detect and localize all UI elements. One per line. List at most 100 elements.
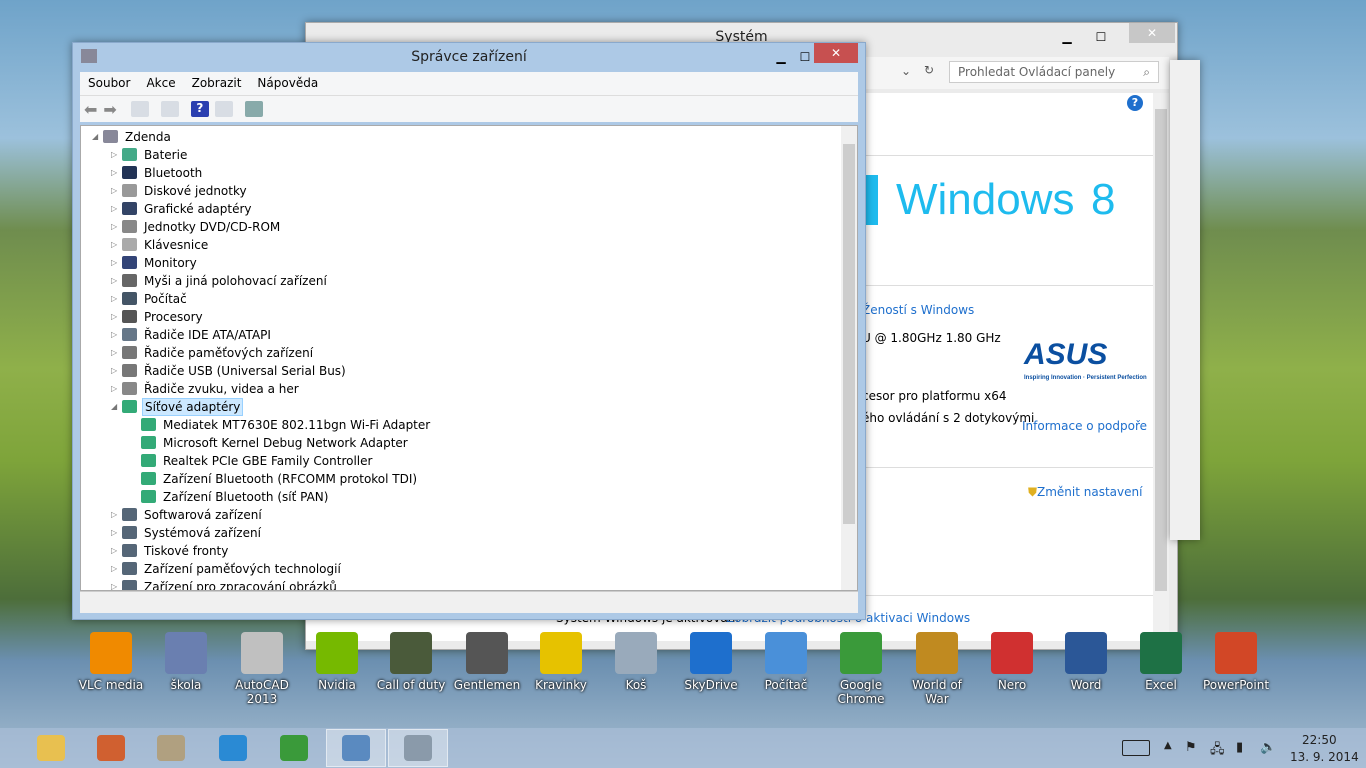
desktop-icon-vlc-media[interactable]: VLC media bbox=[74, 632, 148, 692]
help-icon[interactable]: ? bbox=[1127, 95, 1143, 111]
tree-item[interactable]: ◢ Zdenda bbox=[81, 128, 841, 146]
support-info-link[interactable]: Informace o podpoře bbox=[1022, 419, 1147, 433]
tree-item[interactable]: ▷ Bluetooth bbox=[81, 164, 841, 182]
expanded-arrow-icon[interactable]: ◢ bbox=[92, 128, 100, 146]
desktop-icon-ko-[interactable]: Koš bbox=[599, 632, 673, 692]
experience-index-link[interactable]: Žeností s Windows bbox=[862, 303, 974, 317]
tree-item[interactable]: ▷ Počítač bbox=[81, 290, 841, 308]
tree-item[interactable]: ▷ Řadiče zvuku, videa a her bbox=[81, 380, 841, 398]
desktop-icon-google-chrome[interactable]: Google Chrome bbox=[824, 632, 898, 706]
volume-icon[interactable]: 🔈 bbox=[1260, 740, 1276, 755]
desktop-icon-powerpoint[interactable]: PowerPoint bbox=[1199, 632, 1273, 692]
refresh-icon[interactable]: ↻ bbox=[924, 63, 934, 77]
menu-zobrazit[interactable]: Zobrazit bbox=[184, 72, 250, 95]
tree-item[interactable]: ▷ Diskové jednotky bbox=[81, 182, 841, 200]
collapsed-arrow-icon[interactable]: ▷ bbox=[111, 164, 119, 182]
collapsed-arrow-icon[interactable]: ▷ bbox=[111, 182, 119, 200]
minimize-button[interactable]: ▁ bbox=[1053, 27, 1081, 47]
tree-item[interactable]: ▷ Zařízení pro zpracování obrázků bbox=[81, 578, 841, 590]
search-input[interactable]: Prohledat Ovládací panely ⌕ bbox=[949, 61, 1159, 83]
scan-hardware-icon[interactable] bbox=[244, 101, 263, 117]
collapsed-arrow-icon[interactable]: ▷ bbox=[111, 362, 119, 380]
tree-item[interactable]: ▷ Jednotky DVD/CD-ROM bbox=[81, 218, 841, 236]
collapsed-arrow-icon[interactable]: ▷ bbox=[111, 560, 119, 578]
show-action-pane-icon[interactable] bbox=[214, 101, 233, 117]
close-button[interactable]: ✕ bbox=[814, 43, 858, 63]
taskbar-media-button[interactable] bbox=[81, 729, 141, 767]
tree-item[interactable]: ▷ Řadiče USB (Universal Serial Bus) bbox=[81, 362, 841, 380]
collapsed-arrow-icon[interactable]: ▷ bbox=[111, 344, 119, 362]
maximize-button[interactable]: ☐ bbox=[1087, 27, 1115, 47]
show-hide-console-tree-icon[interactable] bbox=[130, 101, 149, 117]
desktop-icon-nvidia[interactable]: Nvidia bbox=[300, 632, 374, 692]
back-arrow-icon[interactable]: ⬅ bbox=[84, 100, 97, 119]
change-settings-link[interactable]: ⛊Změnit nastavení bbox=[1028, 485, 1142, 500]
collapsed-arrow-icon[interactable]: ▷ bbox=[111, 542, 119, 560]
tree-item[interactable]: ▷ Softwarová zařízení bbox=[81, 506, 841, 524]
desktop-icon-kravinky[interactable]: Kravinky bbox=[524, 632, 598, 692]
scrollbar[interactable] bbox=[841, 126, 857, 590]
menu-napoveda[interactable]: Nápověda bbox=[249, 72, 326, 95]
close-button[interactable]: ✕ bbox=[1129, 23, 1175, 43]
clock-time[interactable]: 22:50 bbox=[1302, 733, 1337, 747]
taskbar-internet-explorer-button[interactable] bbox=[203, 729, 263, 767]
tree-item[interactable]: ▷ Klávesnice bbox=[81, 236, 841, 254]
tree-item[interactable]: ▷ Monitory bbox=[81, 254, 841, 272]
menu-akce[interactable]: Akce bbox=[138, 72, 183, 95]
tree-item[interactable]: ▷ Systémová zařízení bbox=[81, 524, 841, 542]
desktop-icon-autocad-2013[interactable]: AutoCAD 2013 bbox=[225, 632, 299, 706]
taskbar-control-panel-button[interactable] bbox=[326, 729, 386, 767]
properties-icon[interactable] bbox=[160, 101, 179, 117]
collapsed-arrow-icon[interactable]: ▷ bbox=[111, 326, 119, 344]
maximize-button[interactable]: ☐ bbox=[795, 47, 815, 67]
show-hidden-icons-icon[interactable]: ▲ bbox=[1164, 740, 1172, 751]
taskbar-file-explorer-button[interactable] bbox=[21, 729, 81, 767]
desktop-icon-call-of-duty[interactable]: Call of duty bbox=[374, 632, 448, 692]
scrollbar[interactable] bbox=[1153, 93, 1169, 641]
tree-item[interactable]: ▷ Řadiče paměťových zařízení bbox=[81, 344, 841, 362]
collapsed-arrow-icon[interactable]: ▷ bbox=[111, 272, 119, 290]
tree-item[interactable]: Zařízení Bluetooth (RFCOMM protokol TDI) bbox=[81, 470, 841, 488]
desktop-icon-excel[interactable]: Excel bbox=[1124, 632, 1198, 692]
action-center-flag-icon[interactable]: ⚑ bbox=[1185, 740, 1197, 755]
tree-item[interactable]: Microsoft Kernel Debug Network Adapter bbox=[81, 434, 841, 452]
collapsed-arrow-icon[interactable]: ▷ bbox=[111, 236, 119, 254]
tree-item[interactable]: Realtek PCIe GBE Family Controller bbox=[81, 452, 841, 470]
taskbar-tool-button[interactable] bbox=[141, 729, 201, 767]
collapsed-arrow-icon[interactable]: ▷ bbox=[111, 254, 119, 272]
taskbar-chrome-button[interactable] bbox=[264, 729, 324, 767]
collapsed-arrow-icon[interactable]: ▷ bbox=[111, 578, 119, 590]
desktop-icon-world-of-war[interactable]: World of War bbox=[900, 632, 974, 706]
desktop-icon-gentlemen[interactable]: Gentlemen bbox=[450, 632, 524, 692]
tree-item[interactable]: ▷ Řadiče IDE ATA/ATAPI bbox=[81, 326, 841, 344]
collapsed-arrow-icon[interactable]: ▷ bbox=[111, 218, 119, 236]
desktop-icon-po-ta-[interactable]: Počítač bbox=[749, 632, 823, 692]
tree-item[interactable]: Mediatek MT7630E 802.11bgn Wi-Fi Adapter bbox=[81, 416, 841, 434]
collapsed-arrow-icon[interactable]: ▷ bbox=[111, 524, 119, 542]
taskbar-device-manager-button[interactable] bbox=[388, 729, 448, 767]
desktop-icon-skydrive[interactable]: SkyDrive bbox=[674, 632, 748, 692]
help-icon[interactable]: ? bbox=[190, 101, 209, 117]
collapsed-arrow-icon[interactable]: ▷ bbox=[111, 506, 119, 524]
collapsed-arrow-icon[interactable]: ▷ bbox=[111, 380, 119, 398]
menu-soubor[interactable]: Soubor bbox=[80, 72, 138, 95]
tree-item[interactable]: ▷ Grafické adaptéry bbox=[81, 200, 841, 218]
forward-arrow-icon[interactable]: ➡ bbox=[103, 100, 116, 119]
touch-keyboard-icon[interactable] bbox=[1122, 740, 1150, 756]
expanded-arrow-icon[interactable]: ◢ bbox=[111, 398, 119, 416]
collapsed-arrow-icon[interactable]: ▷ bbox=[111, 200, 119, 218]
tree-item[interactable]: ▷ Baterie bbox=[81, 146, 841, 164]
minimize-button[interactable]: ▁ bbox=[767, 47, 795, 67]
collapsed-arrow-icon[interactable]: ▷ bbox=[111, 290, 119, 308]
collapsed-arrow-icon[interactable]: ▷ bbox=[111, 308, 119, 326]
network-icon[interactable]: 🖧 bbox=[1210, 740, 1225, 762]
desktop-icon-nero[interactable]: Nero bbox=[975, 632, 1049, 692]
tree-item[interactable]: ▷ Zařízení paměťových technologií bbox=[81, 560, 841, 578]
tree-item[interactable]: Zařízení Bluetooth (síť PAN) bbox=[81, 488, 841, 506]
clock-date[interactable]: 13. 9. 2014 bbox=[1290, 750, 1359, 764]
battery-icon[interactable]: ▮ bbox=[1236, 740, 1243, 755]
collapsed-arrow-icon[interactable]: ▷ bbox=[111, 146, 119, 164]
desktop-icon-word[interactable]: Word bbox=[1049, 632, 1123, 692]
tree-item[interactable]: ▷ Procesory bbox=[81, 308, 841, 326]
desktop-icon--kola[interactable]: škola bbox=[149, 632, 223, 692]
